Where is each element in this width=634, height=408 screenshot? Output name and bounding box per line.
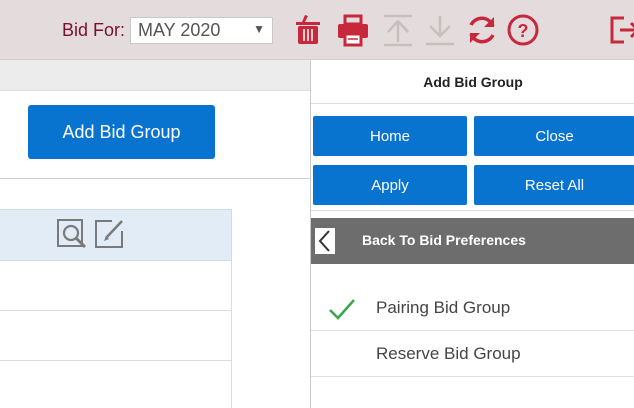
checkmark-icon: [327, 296, 357, 322]
table-row[interactable]: [0, 361, 232, 408]
option-pairing-bid-group[interactable]: Pairing Bid Group: [311, 286, 634, 330]
bid-for-label: Bid For:: [62, 20, 126, 40]
top-toolbar: Bid For: MAY 2020 ▼ ?: [0, 0, 634, 60]
add-bid-group-panel: Add Bid Group Home Close Apply Reset All…: [310, 60, 634, 408]
dropdown-arrow-icon: ▼: [253, 22, 265, 36]
close-button[interactable]: Close: [474, 116, 634, 156]
left-header-strip: [0, 60, 310, 91]
preview-icon[interactable]: [55, 217, 89, 251]
table-row[interactable]: [0, 261, 232, 311]
reset-all-button[interactable]: Reset All: [474, 165, 634, 205]
exit-icon[interactable]: [608, 12, 634, 48]
add-bid-group-button[interactable]: Add Bid Group: [28, 105, 215, 159]
edit-icon[interactable]: [92, 217, 126, 251]
panel-title: Add Bid Group: [311, 60, 634, 104]
option-divider: [311, 376, 634, 377]
option-divider: [311, 330, 634, 331]
help-icon[interactable]: ?: [505, 12, 541, 48]
apply-button[interactable]: Apply: [313, 165, 467, 205]
bid-month-value: MAY 2020: [138, 20, 221, 40]
svg-text:?: ?: [518, 21, 529, 41]
chevron-left-icon: [315, 228, 335, 254]
home-button[interactable]: Home: [313, 116, 467, 156]
download-icon[interactable]: [422, 12, 458, 48]
upload-icon[interactable]: [380, 12, 416, 48]
print-icon[interactable]: [335, 12, 371, 48]
refresh-icon[interactable]: [464, 12, 500, 48]
bid-month-select[interactable]: MAY 2020 ▼: [130, 17, 273, 44]
option-label: Pairing Bid Group: [376, 298, 511, 317]
back-to-bid-preferences-button[interactable]: Back To Bid Preferences: [311, 218, 634, 264]
trash-icon[interactable]: [290, 12, 326, 48]
panel-divider: [311, 210, 634, 211]
option-label: Reserve Bid Group: [376, 344, 521, 363]
table-row[interactable]: [0, 311, 232, 361]
option-reserve-bid-group[interactable]: Reserve Bid Group: [311, 332, 634, 376]
left-divider: [0, 178, 310, 179]
back-label: Back To Bid Preferences: [362, 232, 526, 248]
